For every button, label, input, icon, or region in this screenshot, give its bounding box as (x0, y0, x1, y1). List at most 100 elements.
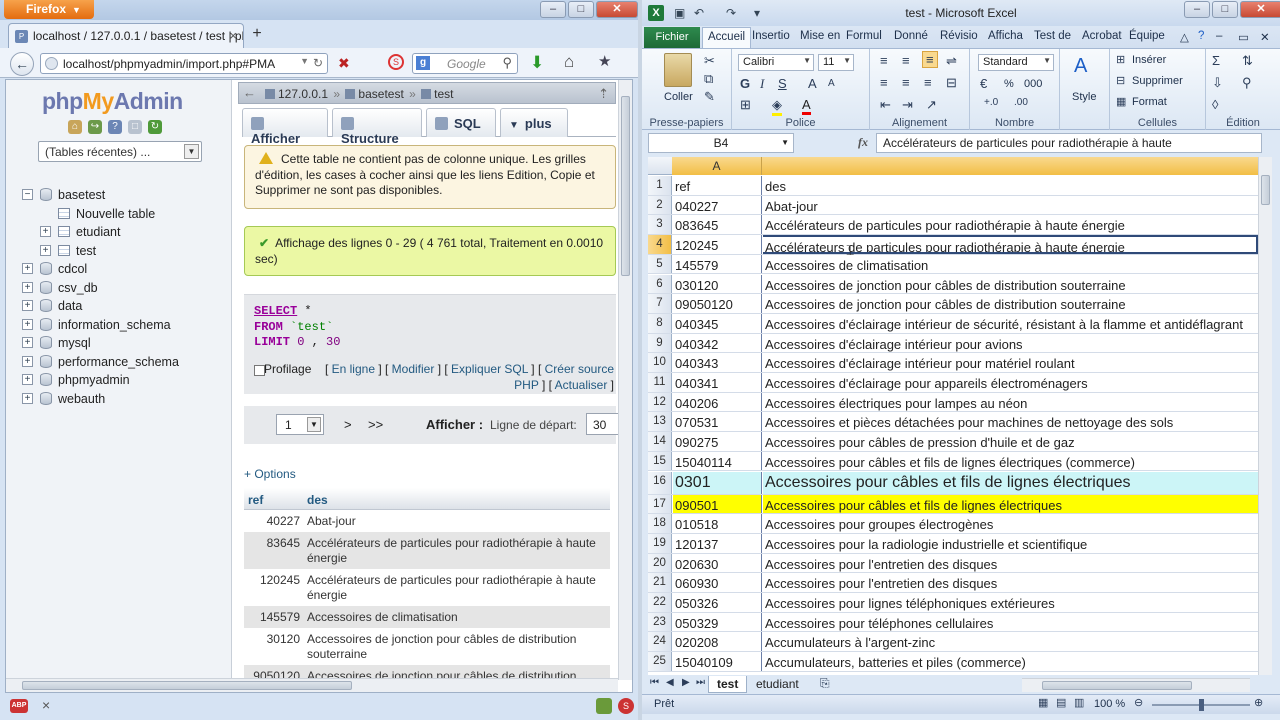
search-icon[interactable]: ⚲ (502, 55, 512, 71)
zoom-in-icon[interactable]: ⊕ (1254, 696, 1263, 709)
align-right-icon[interactable]: ≡ (924, 75, 932, 90)
zoom-slider[interactable] (1152, 699, 1250, 711)
column-header-a[interactable]: A (672, 157, 762, 175)
row-header[interactable]: 12 (648, 392, 672, 412)
noscript-status-icon[interactable]: S (618, 698, 634, 714)
tab-fichier[interactable]: Fichier (644, 27, 700, 48)
options-link[interactable]: + Options (244, 467, 296, 481)
cell-b[interactable]: Accélérateurs de particules pour radioth… (763, 215, 1258, 234)
expand-icon[interactable]: + (22, 392, 33, 404)
sheet-tab-test[interactable]: test (708, 676, 748, 693)
breadcrumb-server[interactable]: 127.0.0.1 (278, 87, 328, 101)
sort-filter-icon[interactable]: ⇅ (1242, 53, 1253, 69)
minimize-ribbon-icon[interactable]: △ (1180, 30, 1189, 44)
minimize-icon[interactable]: – (1216, 30, 1222, 42)
currency-icon[interactable]: € (980, 76, 987, 91)
cell-b[interactable]: Accessoires électriques pour lampes au n… (763, 393, 1258, 412)
name-box[interactable]: B4 ▼ (648, 133, 794, 153)
cell-a[interactable]: 020208 (673, 632, 762, 652)
tab-equipe[interactable]: Équipe (1129, 30, 1165, 42)
firefox-menu-button[interactable]: Firefox ▼ (4, 0, 94, 19)
row-header[interactable]: 19 (648, 533, 672, 553)
autosum-icon[interactable]: Σ (1212, 53, 1220, 68)
page-vertical-scrollbar[interactable] (618, 80, 632, 680)
row-header[interactable]: 7 (648, 294, 672, 313)
row-header[interactable]: 17 (648, 494, 672, 514)
breadcrumb-db[interactable]: basetest (358, 87, 403, 101)
close-addon-bar-icon[interactable]: × (42, 697, 50, 713)
close-tab-icon[interactable]: × (229, 28, 237, 43)
collapse-icon[interactable]: − (22, 189, 33, 200)
cell-a[interactable]: 020630 (673, 553, 762, 573)
cell-b[interactable]: Accessoires pour téléphones cellulaires (763, 613, 1258, 632)
expliquer-sql-link[interactable]: Expliquer SQL (451, 362, 528, 376)
tab-mise-en-page[interactable]: Mise en (800, 30, 840, 42)
addon-icon[interactable] (596, 698, 612, 714)
help-icon[interactable]: ? (1198, 30, 1204, 42)
tab-acrobat[interactable]: Acrobat (1082, 30, 1122, 42)
scrollbar-thumb[interactable] (621, 96, 630, 276)
phpmyadmin-logo[interactable]: phpMyAdmin (42, 88, 183, 115)
next-sheet-icon[interactable]: ▶ (682, 677, 690, 688)
fill-icon[interactable]: ⇩ (1212, 75, 1223, 91)
cell-a[interactable]: 145579 (673, 254, 762, 274)
insert-sheet-icon[interactable]: ⎘ (820, 676, 830, 691)
page-horizontal-scrollbar[interactable] (6, 678, 618, 692)
scrollbar-thumb[interactable] (22, 681, 352, 690)
expand-icon[interactable]: + (22, 355, 33, 367)
minimize-icon[interactable]: – (1184, 1, 1210, 18)
bold-icon[interactable]: G (740, 76, 750, 91)
close-icon[interactable]: ✕ (1260, 30, 1270, 44)
cell-a[interactable]: 040341 (673, 373, 762, 392)
percent-icon[interactable]: % (1004, 78, 1014, 90)
cell-b[interactable]: Accessoires pour lignes téléphoniques ex… (763, 593, 1258, 612)
cell-a[interactable]: 090501 (673, 494, 762, 514)
decrease-indent-icon[interactable]: ⇤ (880, 97, 891, 113)
row-header[interactable]: 23 (648, 612, 672, 632)
zoom-slider-thumb[interactable] (1199, 699, 1204, 711)
number-format-select[interactable]: Standard ▼ (978, 54, 1054, 71)
cell-a[interactable]: 15040114 (673, 451, 762, 471)
align-top-icon[interactable]: ≡ (880, 53, 888, 68)
modifier-link[interactable]: Modifier (392, 362, 435, 376)
paste-icon[interactable] (664, 53, 692, 87)
merge-icon[interactable]: ⊟ (946, 75, 957, 91)
cell-b[interactable]: Accélérateurs de particules pour radioth… (763, 235, 1258, 254)
font-color-icon[interactable]: A (802, 97, 811, 115)
cell-b[interactable]: Accessoires de jonction pour câbles de d… (763, 294, 1258, 313)
row-header[interactable]: 21 (648, 573, 672, 592)
expand-icon[interactable]: + (22, 300, 33, 311)
cell-b[interactable]: Accessoires pour câbles et fils de ligne… (763, 471, 1258, 494)
home-icon[interactable]: ⌂ (564, 52, 574, 72)
increase-decimal-icon[interactable]: +.0 (984, 97, 998, 108)
row-header[interactable]: 10 (648, 353, 672, 372)
tab-sql[interactable]: SQL (426, 108, 496, 137)
format-cells-icon[interactable]: ▦ (1116, 95, 1126, 108)
grow-font-icon[interactable]: A (808, 76, 817, 91)
reload-icon[interactable]: ↻ (148, 120, 162, 134)
cell-a[interactable]: 0301 (673, 471, 762, 494)
tab-structure[interactable]: Structure (332, 108, 422, 146)
expand-icon[interactable]: + (22, 374, 33, 385)
font-name-select[interactable]: Calibri ▼ (738, 54, 814, 71)
url-bar[interactable]: localhost/phpmyadmin/import.php#PMA ▼ ↻ (40, 53, 328, 74)
cell-a[interactable]: 15040109 (673, 652, 762, 671)
formula-input[interactable]: Accélérateurs de particules pour radioth… (876, 133, 1262, 153)
expand-icon[interactable]: + (22, 337, 33, 348)
cell-a[interactable]: 09050120 (673, 294, 762, 313)
cell-a[interactable]: 040343 (673, 353, 762, 372)
last-page-button[interactable]: >> (368, 417, 383, 432)
page-layout-icon[interactable]: ▤ (1056, 696, 1066, 709)
restore-icon[interactable]: ▭ (1238, 30, 1249, 44)
cell-b[interactable]: Accessoires pour la radiologie industrie… (763, 534, 1258, 553)
borders-icon[interactable]: ⊞ (740, 97, 751, 113)
minimize-icon[interactable]: – (540, 1, 566, 18)
browser-tab[interactable]: P localhost / 127.0.0.1 / basetest / tes… (8, 23, 244, 48)
download-icon[interactable]: ⬇ (530, 53, 544, 73)
cell-a[interactable]: 070531 (673, 412, 762, 432)
tab-revision[interactable]: Révisio (940, 30, 978, 42)
inserer-button[interactable]: Insérer (1132, 54, 1166, 66)
cell-a[interactable]: 050326 (673, 593, 762, 612)
adblock-icon[interactable]: ✖ (338, 55, 350, 72)
increase-indent-icon[interactable]: ⇥ (902, 97, 913, 113)
